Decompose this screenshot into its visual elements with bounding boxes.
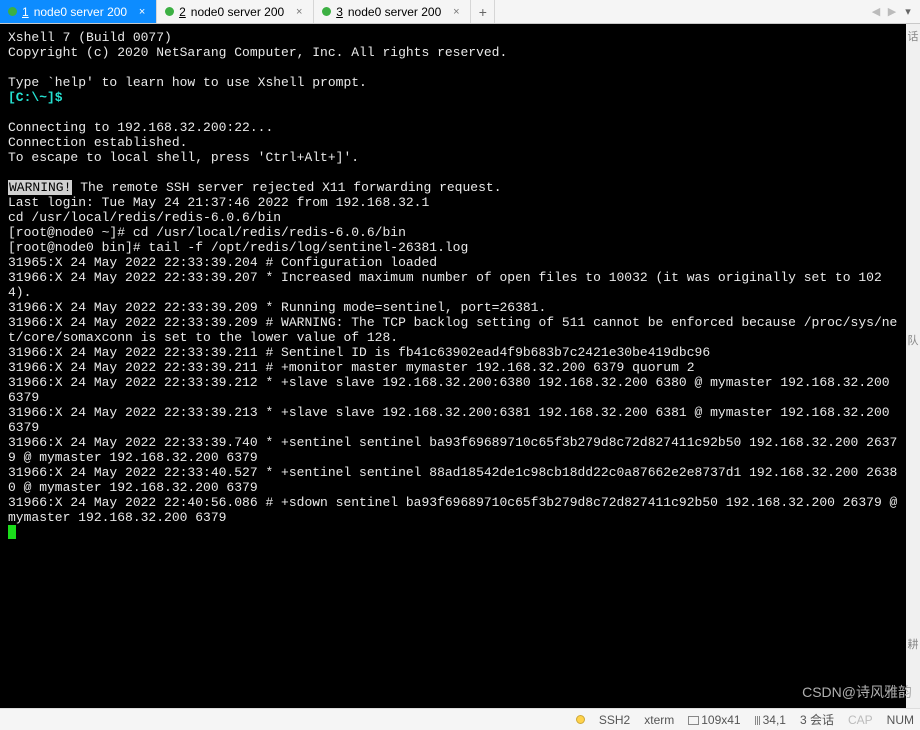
term-line: 31966:X 24 May 2022 22:33:39.740 * +sent… — [8, 435, 897, 465]
gutter-label[interactable]: 话 — [908, 28, 919, 42]
tab-menu-icon[interactable]: ▾ — [900, 5, 916, 18]
tab-label: node0 server 200 — [191, 5, 284, 19]
status-size: 109x41 — [688, 713, 740, 727]
term-line: cd /usr/local/redis/redis-6.0.6/bin — [8, 210, 281, 225]
status-cap: CAP — [848, 713, 873, 727]
terminal-area: Xshell 7 (Build 0077) Copyright (c) 2020… — [0, 24, 920, 708]
gutter-label[interactable]: 队 — [908, 332, 919, 346]
cursor-icon — [8, 525, 16, 539]
status-dot-icon — [8, 7, 17, 16]
terminal[interactable]: Xshell 7 (Build 0077) Copyright (c) 2020… — [0, 24, 906, 708]
status-termtype: xterm — [644, 713, 674, 727]
term-line: 31966:X 24 May 2022 22:33:39.213 * +slav… — [8, 405, 897, 435]
tab-bar: 1 node0 server 200 × 2 node0 server 200 … — [0, 0, 920, 24]
right-gutter: 话 队 耕 — [906, 24, 920, 708]
cursor-pos-icon — [755, 714, 761, 723]
term-line: Copyright (c) 2020 NetSarang Computer, I… — [8, 45, 507, 60]
term-line: [root@node0 bin]# tail -f /opt/redis/log… — [8, 240, 468, 255]
term-line: 31966:X 24 May 2022 22:33:39.209 # WARNI… — [8, 315, 897, 345]
term-line: 31966:X 24 May 2022 22:33:39.211 # +moni… — [8, 360, 695, 375]
term-line: 31966:X 24 May 2022 22:40:56.086 # +sdow… — [8, 495, 905, 525]
term-line: 31966:X 24 May 2022 22:33:39.207 * Incre… — [8, 270, 882, 300]
term-line: To escape to local shell, press 'Ctrl+Al… — [8, 150, 359, 165]
app-window: 1 node0 server 200 × 2 node0 server 200 … — [0, 0, 920, 730]
term-line: 31965:X 24 May 2022 22:33:39.204 # Confi… — [8, 255, 437, 270]
close-icon[interactable]: × — [293, 6, 305, 18]
term-line: The remote SSH server rejected X11 forwa… — [72, 180, 501, 195]
tab-label: node0 server 200 — [348, 5, 441, 19]
term-prompt: [C:\~]$ — [8, 90, 63, 105]
term-line: 31966:X 24 May 2022 22:33:39.211 # Senti… — [8, 345, 710, 360]
status-dot-icon — [165, 7, 174, 16]
tab-nav: ◀ ▶ ▾ — [864, 5, 920, 18]
tab-prev-icon[interactable]: ◀ — [868, 5, 884, 18]
term-line: Connection established. — [8, 135, 187, 150]
gutter-label[interactable]: 耕 — [908, 636, 919, 650]
term-line: [root@node0 ~]# cd /usr/local/redis/redi… — [8, 225, 406, 240]
tab-label: node0 server 200 — [34, 5, 127, 19]
close-icon[interactable]: × — [136, 6, 148, 18]
tab-1[interactable]: 1 node0 server 200 × — [0, 0, 157, 23]
tab-num: 1 — [22, 5, 29, 19]
tab-3[interactable]: 3 node0 server 200 × — [314, 0, 471, 23]
tab-next-icon[interactable]: ▶ — [884, 5, 900, 18]
status-bar: SSH2 xterm 109x41 34,1 3 会话 CAP NUM — [0, 708, 920, 730]
status-dot-icon — [322, 7, 331, 16]
status-protocol: SSH2 — [599, 713, 630, 727]
term-line: Xshell 7 (Build 0077) — [8, 30, 172, 45]
status-cursor: 34,1 — [755, 713, 786, 727]
tab-2[interactable]: 2 node0 server 200 × — [157, 0, 314, 23]
tab-num: 3 — [336, 5, 343, 19]
term-line: 31966:X 24 May 2022 22:33:40.527 * +sent… — [8, 465, 897, 495]
term-warning-badge: WARNING! — [8, 180, 72, 195]
term-line: 31966:X 24 May 2022 22:33:39.212 * +slav… — [8, 375, 897, 405]
tab-num: 2 — [179, 5, 186, 19]
term-line: 31966:X 24 May 2022 22:33:39.209 * Runni… — [8, 300, 546, 315]
term-line: Last login: Tue May 24 21:37:46 2022 fro… — [8, 195, 429, 210]
new-tab-button[interactable]: + — [471, 0, 495, 23]
status-num: NUM — [887, 713, 914, 727]
close-icon[interactable]: × — [450, 6, 462, 18]
connection-led-icon — [576, 715, 585, 724]
term-line: Type `help' to learn how to use Xshell p… — [8, 75, 367, 90]
size-icon — [688, 716, 699, 725]
term-line: Connecting to 192.168.32.200:22... — [8, 120, 273, 135]
status-sessions: 3 会话 — [800, 711, 834, 728]
